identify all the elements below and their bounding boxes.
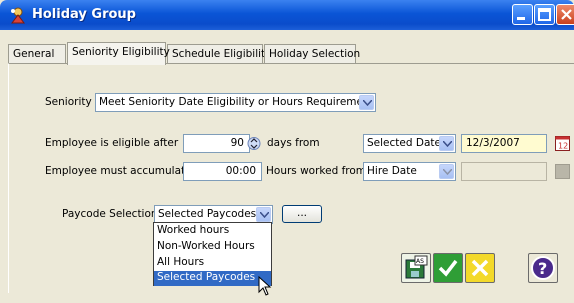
svg-text:?: ? [538, 259, 547, 278]
mouse-pointer-icon [258, 275, 272, 298]
cancel-button[interactable] [465, 253, 495, 283]
hours-from-label: Hours worked from [266, 165, 367, 177]
tab-schedule-eligibility[interactable]: Schedule Eligibility [167, 44, 271, 64]
window-title: Holiday Group [32, 7, 136, 22]
title-bar[interactable]: Holiday Group [0, 0, 574, 30]
minimize-button[interactable] [512, 4, 533, 25]
svg-text:AS: AS [416, 258, 424, 265]
days-stepper[interactable] [247, 134, 261, 153]
save-as-icon: AS [405, 255, 428, 279]
maximize-button[interactable] [534, 4, 555, 25]
tab-seniority-eligibility[interactable]: Seniority Eligibility [67, 42, 170, 65]
chevron-down-icon[interactable] [359, 95, 374, 110]
chevron-down-icon[interactable] [439, 136, 454, 151]
seniority-value: Meet Seniority Date Eligibility or Hours… [99, 96, 374, 108]
maximize-icon [538, 8, 551, 21]
calendar-button-disabled [555, 164, 570, 179]
eligible-from-select[interactable]: Selected Date [363, 134, 456, 153]
minimize-icon [517, 17, 525, 20]
list-item[interactable]: All Hours [154, 256, 271, 271]
tab-general[interactable]: General [8, 44, 66, 64]
list-item-selected[interactable]: Selected Paycodes [154, 271, 271, 286]
eligible-date-field[interactable]: 12/3/2007 [461, 134, 547, 153]
hours-date-field [461, 162, 547, 181]
chevron-down-icon[interactable] [256, 207, 271, 222]
ok-check-icon [438, 259, 458, 277]
accumulate-label: Employee must accumulate [45, 165, 192, 177]
eligible-after-label: Employee is eligible after [45, 137, 179, 149]
paycode-browse-button[interactable]: ... [282, 205, 322, 223]
seniority-label: Seniority [45, 96, 92, 108]
holiday-group-window: Holiday Group General Seniority Eligibil… [0, 0, 574, 303]
svg-text:12: 12 [558, 142, 568, 151]
calendar-icon: 12 [555, 136, 570, 151]
close-icon [561, 9, 572, 20]
days-from-label: days from [267, 137, 320, 149]
paycode-dropdown-list: Worked hours Non-Worked Hours All Hours … [153, 222, 272, 286]
accumulate-hours-field[interactable]: 00:00 [183, 162, 262, 181]
close-button[interactable] [556, 4, 574, 25]
chevron-down-icon[interactable] [439, 164, 454, 179]
spinner-icon [247, 137, 261, 150]
cancel-x-icon [471, 259, 489, 277]
help-button[interactable]: ? [528, 253, 558, 283]
help-icon: ? [531, 256, 555, 280]
app-icon [8, 5, 28, 25]
paycode-label: Paycode Selection [62, 208, 158, 220]
tab-holiday-selection[interactable]: Holiday Selection [264, 44, 360, 64]
hours-from-select[interactable]: Hire Date [363, 162, 456, 181]
eligible-days-field[interactable]: 90 [183, 134, 250, 153]
ok-button[interactable] [433, 253, 463, 283]
seniority-select[interactable]: Meet Seniority Date Eligibility or Hours… [95, 93, 376, 112]
save-as-button[interactable]: AS [401, 253, 431, 283]
list-item[interactable]: Non-Worked Hours [154, 240, 271, 255]
calendar-button[interactable]: 12 [555, 136, 570, 151]
list-item[interactable]: Worked hours [154, 224, 271, 239]
